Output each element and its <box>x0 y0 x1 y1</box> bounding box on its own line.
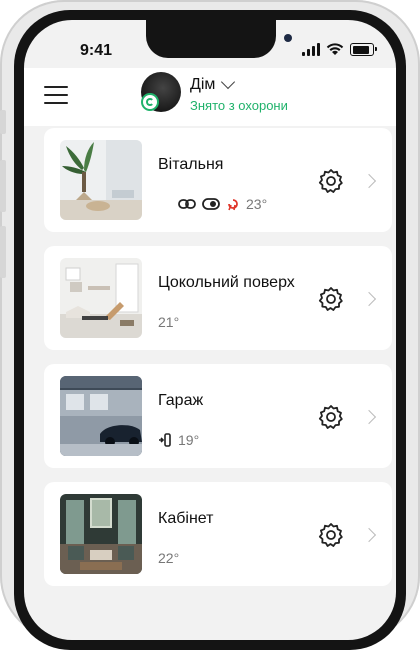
cellular-signal-icon <box>302 43 320 56</box>
room-thumbnail <box>60 258 142 338</box>
hub-name: Дім <box>190 76 216 93</box>
battery-icon <box>350 43 377 56</box>
room-thumbnail <box>60 494 142 574</box>
gear-icon[interactable] <box>318 522 344 548</box>
chevron-down-icon <box>221 74 236 90</box>
disarmed-status-icon <box>141 93 159 111</box>
room-status-row: 22° <box>158 550 179 566</box>
room-card[interactable]: Гараж 19° <box>44 364 392 468</box>
room-thumbnail <box>60 376 142 456</box>
security-mode-status: Знято з охорони <box>190 98 288 113</box>
camera-icon <box>284 34 292 42</box>
link-icon <box>178 199 196 209</box>
toggle-icon <box>202 198 220 210</box>
room-name: Цокольний поверх <box>158 274 295 291</box>
room-status-row: 19° <box>158 432 199 448</box>
volume-down-button <box>0 226 6 278</box>
hub-selector[interactable]: Дім <box>190 74 236 94</box>
chevron-right-icon[interactable] <box>361 173 377 189</box>
chevron-right-icon[interactable] <box>361 291 377 307</box>
gear-icon[interactable] <box>318 168 344 194</box>
smoke-icon <box>228 199 238 211</box>
room-temperature: 21° <box>158 314 180 330</box>
app-header: Дім Знято з охорони <box>24 68 396 126</box>
room-temperature: 19° <box>178 432 200 448</box>
mute-switch <box>0 110 6 134</box>
notch <box>146 20 292 58</box>
room-status-row: 21° <box>158 314 179 330</box>
room-thumbnail <box>60 140 142 220</box>
door-sensor-icon <box>159 433 171 447</box>
room-card[interactable]: Вітальня 23° <box>44 128 392 232</box>
status-icons <box>302 42 377 56</box>
gear-icon[interactable] <box>318 286 344 312</box>
room-name: Кабінет <box>158 510 214 527</box>
room-name: Гараж <box>158 392 204 409</box>
wifi-icon <box>326 43 344 55</box>
room-card[interactable]: Кабінет 22° <box>44 482 392 586</box>
room-temperature: 22° <box>158 550 180 566</box>
status-time: 9:41 <box>80 42 113 59</box>
volume-up-button <box>0 160 6 212</box>
room-temperature: 23° <box>246 196 268 212</box>
menu-button[interactable] <box>44 86 68 104</box>
room-status-row: 23° <box>178 196 267 212</box>
room-card[interactable]: Цокольний поверх 21° <box>44 246 392 350</box>
app-screen: 9:41 Дім Знято з охорони Вітальня 23° Цо… <box>24 20 396 640</box>
chevron-right-icon[interactable] <box>361 409 377 425</box>
gear-icon[interactable] <box>318 404 344 430</box>
chevron-right-icon[interactable] <box>361 527 377 543</box>
room-name: Вітальня <box>158 156 224 173</box>
